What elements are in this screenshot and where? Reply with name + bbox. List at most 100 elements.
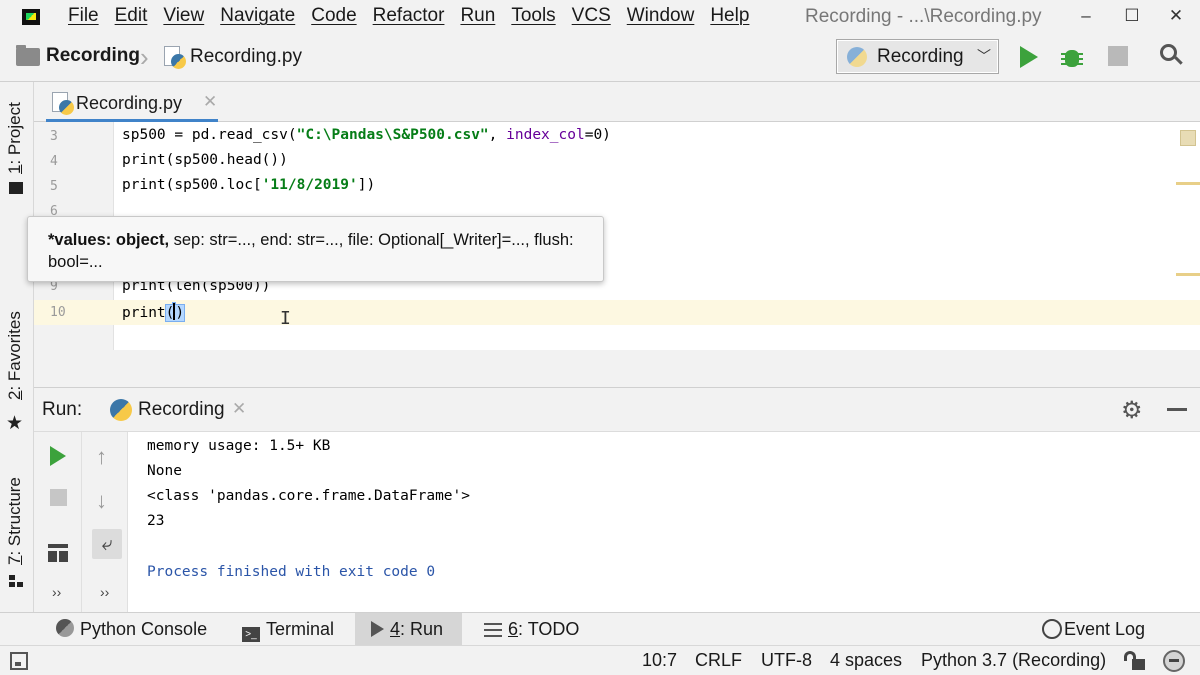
- line-number: 3: [50, 129, 58, 144]
- navigation-bar: Recording › Recording.py Recording ﹀: [0, 34, 1200, 82]
- window-title: Recording - ...\Recording.py: [805, 6, 1042, 27]
- tool-tab-run[interactable]: 4: Run: [355, 613, 462, 646]
- console-line: None: [147, 463, 182, 479]
- main-menu: File Edit View Navigate Code Refactor Ru…: [60, 5, 757, 27]
- tool-tab-project[interactable]: 1: Project: [5, 102, 25, 174]
- console-line: <class 'pandas.core.frame.DataFrame'>: [147, 488, 471, 504]
- debug-icon[interactable]: [1061, 44, 1083, 70]
- line-number: 4: [50, 154, 58, 169]
- breadcrumb-project[interactable]: Recording: [46, 45, 140, 67]
- tool-tab-python-console[interactable]: Python Console: [48, 613, 217, 646]
- status-indent[interactable]: 4 spaces: [830, 650, 902, 671]
- run-panel-header: Run: Recording ✕ ⚙: [34, 388, 1200, 432]
- editor-tab-label: Recording.py: [76, 93, 183, 113]
- structure-icon: [9, 575, 23, 587]
- python-icon: [110, 399, 132, 421]
- tool-tab-terminal[interactable]: >_ Terminal: [234, 613, 344, 646]
- editor-empty-area: [34, 350, 1200, 388]
- tool-tab-event-log[interactable]: Event Log: [1034, 613, 1155, 646]
- text-cursor-icon: I: [280, 308, 291, 329]
- event-log-icon: [1042, 619, 1062, 639]
- console-line: 23: [147, 513, 165, 529]
- editor-tab-recording[interactable]: Recording.py ✕: [46, 82, 218, 122]
- menu-refactor[interactable]: Refactor: [365, 5, 453, 27]
- more-icon[interactable]: ››: [52, 584, 61, 600]
- line-number: 5: [50, 179, 58, 194]
- close-icon[interactable]: ✕: [203, 92, 217, 112]
- hector-inspector-icon[interactable]: [1163, 650, 1185, 672]
- run-toolbar-secondary: ↑ ↓ ⤶ ››: [82, 432, 128, 612]
- gear-icon[interactable]: ⚙: [1121, 396, 1143, 425]
- menu-vcs[interactable]: VCS: [564, 5, 619, 27]
- status-interpreter[interactable]: Python 3.7 (Recording): [921, 650, 1106, 671]
- run-icon[interactable]: [1020, 46, 1038, 68]
- python-icon: [847, 47, 867, 67]
- menu-file[interactable]: File: [60, 5, 107, 27]
- minimize-button[interactable]: –: [1066, 4, 1106, 28]
- close-icon[interactable]: ✕: [232, 399, 246, 419]
- current-line-highlight: [114, 300, 1200, 325]
- parameter-info-popup: *values: object, sep: str=..., end: str=…: [27, 216, 604, 282]
- pycharm-logo-icon[interactable]: [22, 9, 40, 25]
- menu-run[interactable]: Run: [452, 5, 503, 27]
- close-window-button[interactable]: ✕: [1156, 4, 1196, 28]
- run-configuration-dropdown[interactable]: Recording ﹀: [836, 39, 999, 74]
- menu-help[interactable]: Help: [702, 5, 757, 27]
- project-folder-icon: [9, 182, 23, 194]
- matched-parenthesis: (): [164, 303, 186, 322]
- tool-tab-todo[interactable]: 6: TODO: [476, 613, 589, 646]
- arrow-up-icon[interactable]: ↑: [96, 444, 107, 470]
- line-number: 10: [50, 305, 66, 320]
- code-line-5[interactable]: print(sp500.loc['11/8/2019']): [122, 177, 375, 193]
- rerun-icon[interactable]: [50, 446, 66, 466]
- inspection-status-icon[interactable]: [1180, 130, 1196, 146]
- status-caret-position[interactable]: 10:7: [642, 650, 677, 671]
- scrollbar-marker[interactable]: [1176, 182, 1200, 185]
- bottom-tool-tabs: Python Console >_ Terminal 4: Run 6: TODO…: [0, 612, 1200, 646]
- chevron-down-icon: ﹀: [977, 48, 991, 64]
- editor-tab-bar: Recording.py ✕: [34, 82, 1200, 122]
- run-configuration-label: Recording: [877, 46, 964, 67]
- menu-edit[interactable]: Edit: [107, 5, 156, 27]
- soft-wrap-icon[interactable]: ⤶: [92, 529, 122, 559]
- run-icon: [371, 621, 384, 637]
- more-icon[interactable]: ››: [100, 584, 109, 600]
- code-line-3[interactable]: sp500 = pd.read_csv("C:\Pandas\S&P500.cs…: [122, 127, 611, 143]
- scrollbar-marker[interactable]: [1176, 273, 1200, 276]
- breadcrumb-file[interactable]: Recording.py: [190, 46, 302, 68]
- status-encoding[interactable]: UTF-8: [761, 650, 812, 671]
- code-line-4[interactable]: print(sp500.head()): [122, 152, 288, 168]
- tool-tab-structure[interactable]: 7: Structure: [5, 477, 25, 565]
- run-toolbar-primary: ››: [34, 432, 82, 612]
- menu-window[interactable]: Window: [619, 5, 703, 27]
- status-bar: 10:7 CRLF UTF-8 4 spaces Python 3.7 (Rec…: [0, 645, 1200, 675]
- left-tool-strip: 1: Project 2: Favorites ★ 7: Structure: [0, 82, 34, 622]
- run-tab-recording[interactable]: Recording: [138, 399, 225, 421]
- arrow-down-icon[interactable]: ↓: [96, 488, 107, 514]
- terminal-icon: >_: [242, 627, 260, 642]
- search-icon[interactable]: [1160, 44, 1183, 66]
- breadcrumb-separator-icon: ›: [140, 42, 149, 72]
- menu-tools[interactable]: Tools: [503, 5, 563, 27]
- toggle-tool-windows-icon[interactable]: [10, 652, 28, 670]
- python-file-icon: [164, 46, 186, 69]
- layout-icon[interactable]: [48, 544, 68, 562]
- lock-icon[interactable]: [1124, 651, 1146, 671]
- console-line: memory usage: 1.5+ KB: [147, 438, 331, 454]
- tool-tab-favorites[interactable]: 2: Favorites: [5, 311, 25, 400]
- code-line-10[interactable]: print(): [122, 303, 186, 322]
- menu-navigate[interactable]: Navigate: [212, 5, 303, 27]
- stop-icon[interactable]: [50, 489, 67, 506]
- status-line-separator[interactable]: CRLF: [695, 650, 742, 671]
- menu-code[interactable]: Code: [303, 5, 364, 27]
- menu-view[interactable]: View: [155, 5, 212, 27]
- hide-panel-icon[interactable]: [1167, 408, 1187, 411]
- stop-icon[interactable]: [1108, 46, 1128, 66]
- run-panel-label: Run:: [42, 399, 83, 420]
- parameter-info-text: *values: object, sep: str=..., end: str=…: [48, 231, 574, 271]
- star-icon: ★: [6, 413, 24, 434]
- run-console-output[interactable]: memory usage: 1.5+ KB None <class 'panda…: [128, 432, 1200, 612]
- maximize-button[interactable]: ☐: [1112, 4, 1152, 28]
- folder-icon: [16, 45, 40, 66]
- menu-bar: File Edit View Navigate Code Refactor Ru…: [0, 0, 1200, 34]
